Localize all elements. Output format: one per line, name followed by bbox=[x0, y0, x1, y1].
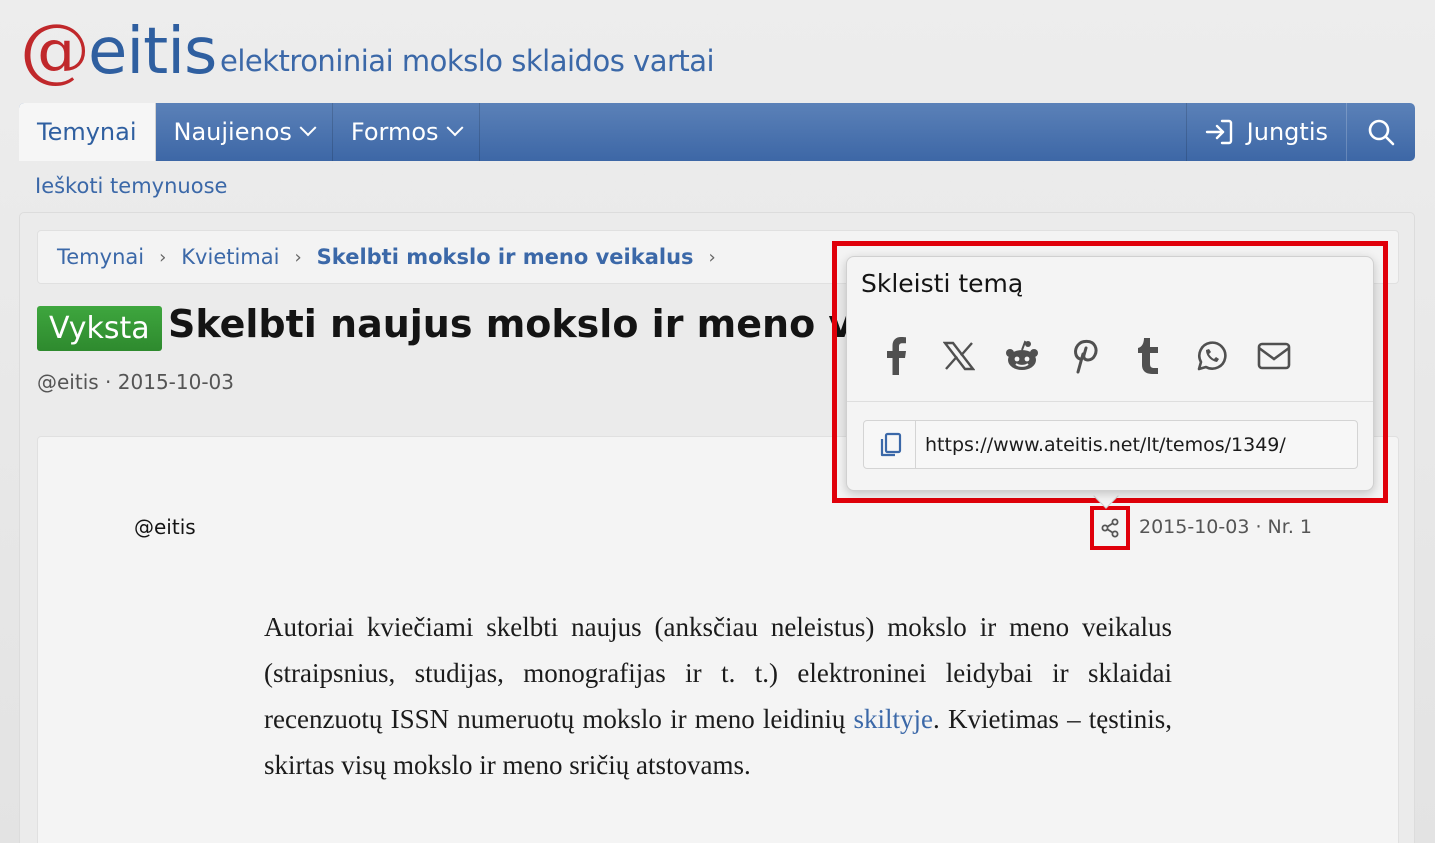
popup-divider bbox=[847, 401, 1373, 402]
post-author[interactable]: @eitis bbox=[134, 515, 196, 539]
login-label: Jungtis bbox=[1246, 118, 1328, 146]
meta-separator: · bbox=[105, 370, 118, 394]
tab-naujienos[interactable]: Naujienos bbox=[156, 103, 333, 161]
thread-date: 2015-10-03 bbox=[117, 370, 234, 394]
search-icon bbox=[1368, 119, 1395, 146]
tab-temynai[interactable]: Temynai bbox=[19, 103, 156, 161]
x-icon[interactable] bbox=[940, 335, 978, 377]
thread-author[interactable]: @eitis bbox=[37, 370, 99, 394]
popup-title: Skleisti temą bbox=[861, 269, 1024, 298]
reddit-icon[interactable] bbox=[1003, 335, 1041, 377]
breadcrumb-link[interactable]: Kvietimai bbox=[181, 245, 279, 269]
copy-icon bbox=[880, 432, 901, 456]
page-title: Skelbti naujus mokslo ir meno veika bbox=[168, 302, 943, 346]
breadcrumb-link[interactable]: Skelbti mokslo ir meno veikalus bbox=[317, 245, 694, 269]
chevron-right-icon: › bbox=[708, 246, 716, 268]
post-meta: 2015-10-03 · Nr. 1 bbox=[1139, 516, 1312, 538]
facebook-icon[interactable] bbox=[877, 335, 915, 377]
tab-label: Naujienos bbox=[173, 118, 292, 146]
post-date: 2015-10-03 bbox=[1139, 516, 1250, 538]
logo-word: eitis bbox=[88, 15, 217, 89]
meta-separator: · bbox=[1249, 516, 1268, 538]
share-url-field[interactable] bbox=[916, 433, 1357, 456]
share-icon bbox=[1101, 518, 1119, 538]
logo-at-sign: @ bbox=[20, 9, 90, 91]
site-tagline: elektroniniai mokslo sklaidos vartai bbox=[220, 44, 715, 78]
search-button[interactable] bbox=[1347, 103, 1415, 161]
post-inline-link[interactable]: skiltyje bbox=[854, 704, 934, 734]
breadcrumb-link[interactable]: Temynai bbox=[57, 245, 144, 269]
pinterest-icon[interactable] bbox=[1066, 335, 1104, 377]
share-popup: Skleisti temą bbox=[846, 256, 1374, 491]
chevron-right-icon: › bbox=[159, 246, 167, 268]
login-icon bbox=[1205, 119, 1232, 145]
tumblr-icon[interactable] bbox=[1129, 335, 1167, 377]
share-network-list bbox=[877, 335, 1293, 377]
whatsapp-icon[interactable] bbox=[1192, 335, 1230, 377]
chevron-right-icon: › bbox=[294, 246, 302, 268]
login-button[interactable]: Jungtis bbox=[1187, 103, 1347, 161]
search-forums-link[interactable]: Ieškoti temynuose bbox=[35, 174, 227, 198]
chevron-down-icon bbox=[446, 119, 464, 137]
tab-formos[interactable]: Formos bbox=[333, 103, 480, 161]
chevron-down-icon bbox=[299, 119, 317, 137]
share-url-box bbox=[863, 420, 1358, 469]
nav-spacer bbox=[480, 103, 1187, 161]
copy-url-button[interactable] bbox=[864, 421, 916, 468]
thread-meta: @eitis · 2015-10-03 bbox=[37, 370, 234, 394]
email-icon[interactable] bbox=[1255, 335, 1293, 377]
tab-label: Temynai bbox=[37, 118, 137, 146]
main-navigation: Temynai Naujienos Formos Jungtis bbox=[19, 103, 1415, 161]
post-number[interactable]: Nr. 1 bbox=[1268, 516, 1312, 538]
tab-label: Formos bbox=[350, 118, 439, 146]
status-badge: Vyksta bbox=[37, 306, 162, 351]
post-body: Autoriai kviečiami skelbti naujus (anksč… bbox=[264, 604, 1172, 788]
share-button[interactable] bbox=[1090, 506, 1130, 550]
